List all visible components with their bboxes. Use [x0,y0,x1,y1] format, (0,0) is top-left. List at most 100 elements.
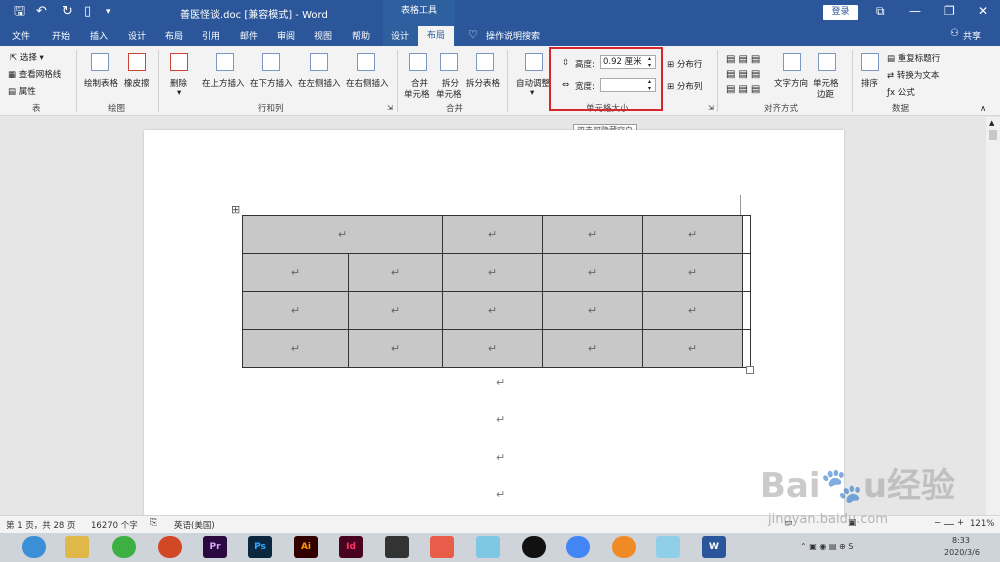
tab-layout-page[interactable]: 布局 [165,29,183,42]
maximize-icon[interactable]: ❐ [944,4,955,18]
paragraph-mark[interactable]: ↵ [496,488,505,501]
insert-left-button[interactable]: 在左侧插入 [298,77,341,89]
draw-table-icon[interactable] [91,53,109,71]
view-gridlines-button[interactable]: ▦ 查看网格线 [8,68,61,80]
wechat-icon[interactable] [112,536,136,558]
table-cell[interactable]: ↵ [242,253,349,292]
split-table-icon[interactable] [476,53,494,71]
table-resize-handle[interactable] [746,366,754,374]
collapse-ribbon-icon[interactable]: ∧ [980,104,986,114]
table-cell[interactable]: ↵ [242,215,443,254]
close-icon[interactable]: ✕ [978,4,988,18]
alignment-grid-icon[interactable]: ▤▤▤ ▤▤▤ ▤▤▤ [726,52,763,97]
table-cell[interactable]: ↵ [442,329,543,368]
convert-to-text-button[interactable]: ⇄ 转换为文本 [887,69,939,81]
insert-right-icon[interactable] [357,53,375,71]
tab-table-design[interactable]: 设计 [391,29,409,42]
insert-below-icon[interactable] [262,53,280,71]
app-icon[interactable] [612,536,636,558]
paragraph-mark[interactable]: ↵ [496,376,505,389]
delete-table-icon[interactable] [170,53,188,71]
language-status[interactable]: 英语(美国) [174,519,215,531]
zoom-level[interactable]: 121% [970,519,994,529]
table-cell[interactable]: ↵ [642,329,743,368]
table-cell[interactable]: ↵ [348,329,443,368]
insert-left-icon[interactable] [310,53,328,71]
minimize-icon[interactable]: — [909,4,921,18]
powerpoint-icon[interactable] [158,536,182,558]
clock-date[interactable]: 2020/3/6 [944,548,980,557]
table-cell[interactable]: ↵ [542,329,643,368]
paragraph-mark[interactable]: ↵ [496,413,505,426]
illustrator-icon[interactable]: Ai [294,536,318,558]
page-count[interactable]: 第 1 页，共 28 页 [6,519,76,531]
video-editor-icon[interactable] [385,536,409,558]
draw-table-button[interactable]: 绘制表格 [84,77,118,89]
insert-above-button[interactable]: 在上方插入 [202,77,245,89]
table-cell[interactable]: ↵ [242,329,349,368]
tab-mailings[interactable]: 邮件 [240,29,258,42]
split-cells-icon[interactable] [440,53,458,71]
autofit-dropdown-icon[interactable]: ▾ [530,88,534,98]
qq-icon[interactable] [522,536,546,558]
table-cell[interactable]: ↵ [242,291,349,330]
tray-icons[interactable]: ⌃ ▣ ◉ ▤ ⊕ S [800,542,853,551]
eraser-button[interactable]: 橡皮擦 [124,77,150,89]
properties-button[interactable]: ▤ 属性 [8,85,36,97]
customize-qat-icon[interactable]: ▾ [106,4,111,20]
distribute-cols-button[interactable]: ⊞ 分布列 [667,80,702,92]
chrome-icon[interactable] [566,536,590,558]
share-button[interactable]: 共享 [963,29,981,42]
new-document-icon[interactable]: ▯ [84,4,91,20]
tab-help[interactable]: 帮助 [352,29,370,42]
indesign-icon[interactable]: Id [339,536,363,558]
table-cell[interactable]: ↵ [542,253,643,292]
tab-home[interactable]: 开始 [52,29,70,42]
tab-file[interactable]: 文件 [12,29,30,42]
split-table-button[interactable]: 拆分表格 [466,77,500,89]
delete-dropdown-icon[interactable]: ▾ [177,88,181,98]
merge-cells-icon[interactable] [409,53,427,71]
cell-size-launcher-icon[interactable]: ⇲ [708,104,714,112]
tab-design[interactable]: 设计 [128,29,146,42]
split-cells-line2[interactable]: 单元格 [436,88,462,100]
text-direction-button[interactable]: 文字方向 [774,77,808,89]
save-icon[interactable]: 🖫 [14,4,25,20]
proofing-icon[interactable]: ⎘ [150,518,157,528]
undo-icon[interactable]: ↶ [36,4,47,20]
table-cell[interactable] [742,253,751,292]
table-cell[interactable]: ↵ [642,291,743,330]
insert-right-button[interactable]: 在右侧插入 [346,77,389,89]
table-cell[interactable]: ↵ [642,215,743,254]
rows-cols-launcher-icon[interactable]: ⇲ [387,104,393,112]
zoom-slider[interactable] [944,524,954,525]
tab-references[interactable]: 引用 [202,29,220,42]
scroll-up-icon[interactable]: ▲ [989,119,994,127]
table-cell[interactable]: ↵ [542,215,643,254]
text-direction-icon[interactable] [783,53,801,71]
ribbon-display-icon[interactable]: ⧉ [876,4,885,19]
table-cell[interactable] [742,291,751,330]
merge-cells-line2[interactable]: 单元格 [404,88,430,100]
scrollbar-thumb[interactable] [989,130,997,140]
repeat-header-button[interactable]: ▤ 重复标题行 [887,52,940,64]
table-cell[interactable]: ↵ [642,253,743,292]
app-icon[interactable] [476,536,500,558]
tell-me-search[interactable]: 操作说明搜索 [486,29,540,42]
insert-below-button[interactable]: 在下方插入 [250,77,293,89]
table-cell[interactable]: ↵ [442,253,543,292]
clock-time[interactable]: 8:33 [952,536,970,545]
eraser-icon[interactable] [128,53,146,71]
sort-button[interactable]: 排序 [861,77,878,89]
redo-icon[interactable]: ↻ [62,4,73,20]
tab-table-layout[interactable]: 布局 [418,26,454,46]
photoshop-icon[interactable]: Ps [248,536,272,558]
table-cell[interactable]: ↵ [348,253,443,292]
table-cell[interactable]: ↵ [542,291,643,330]
zoom-in-icon[interactable]: + [957,518,964,528]
cell-margins-line2[interactable]: 边距 [817,88,834,100]
paragraph-mark[interactable]: ↵ [496,451,505,464]
cell-margins-icon[interactable] [818,53,836,71]
vertical-scrollbar[interactable] [986,117,1000,515]
table-cell[interactable]: ↵ [442,215,543,254]
